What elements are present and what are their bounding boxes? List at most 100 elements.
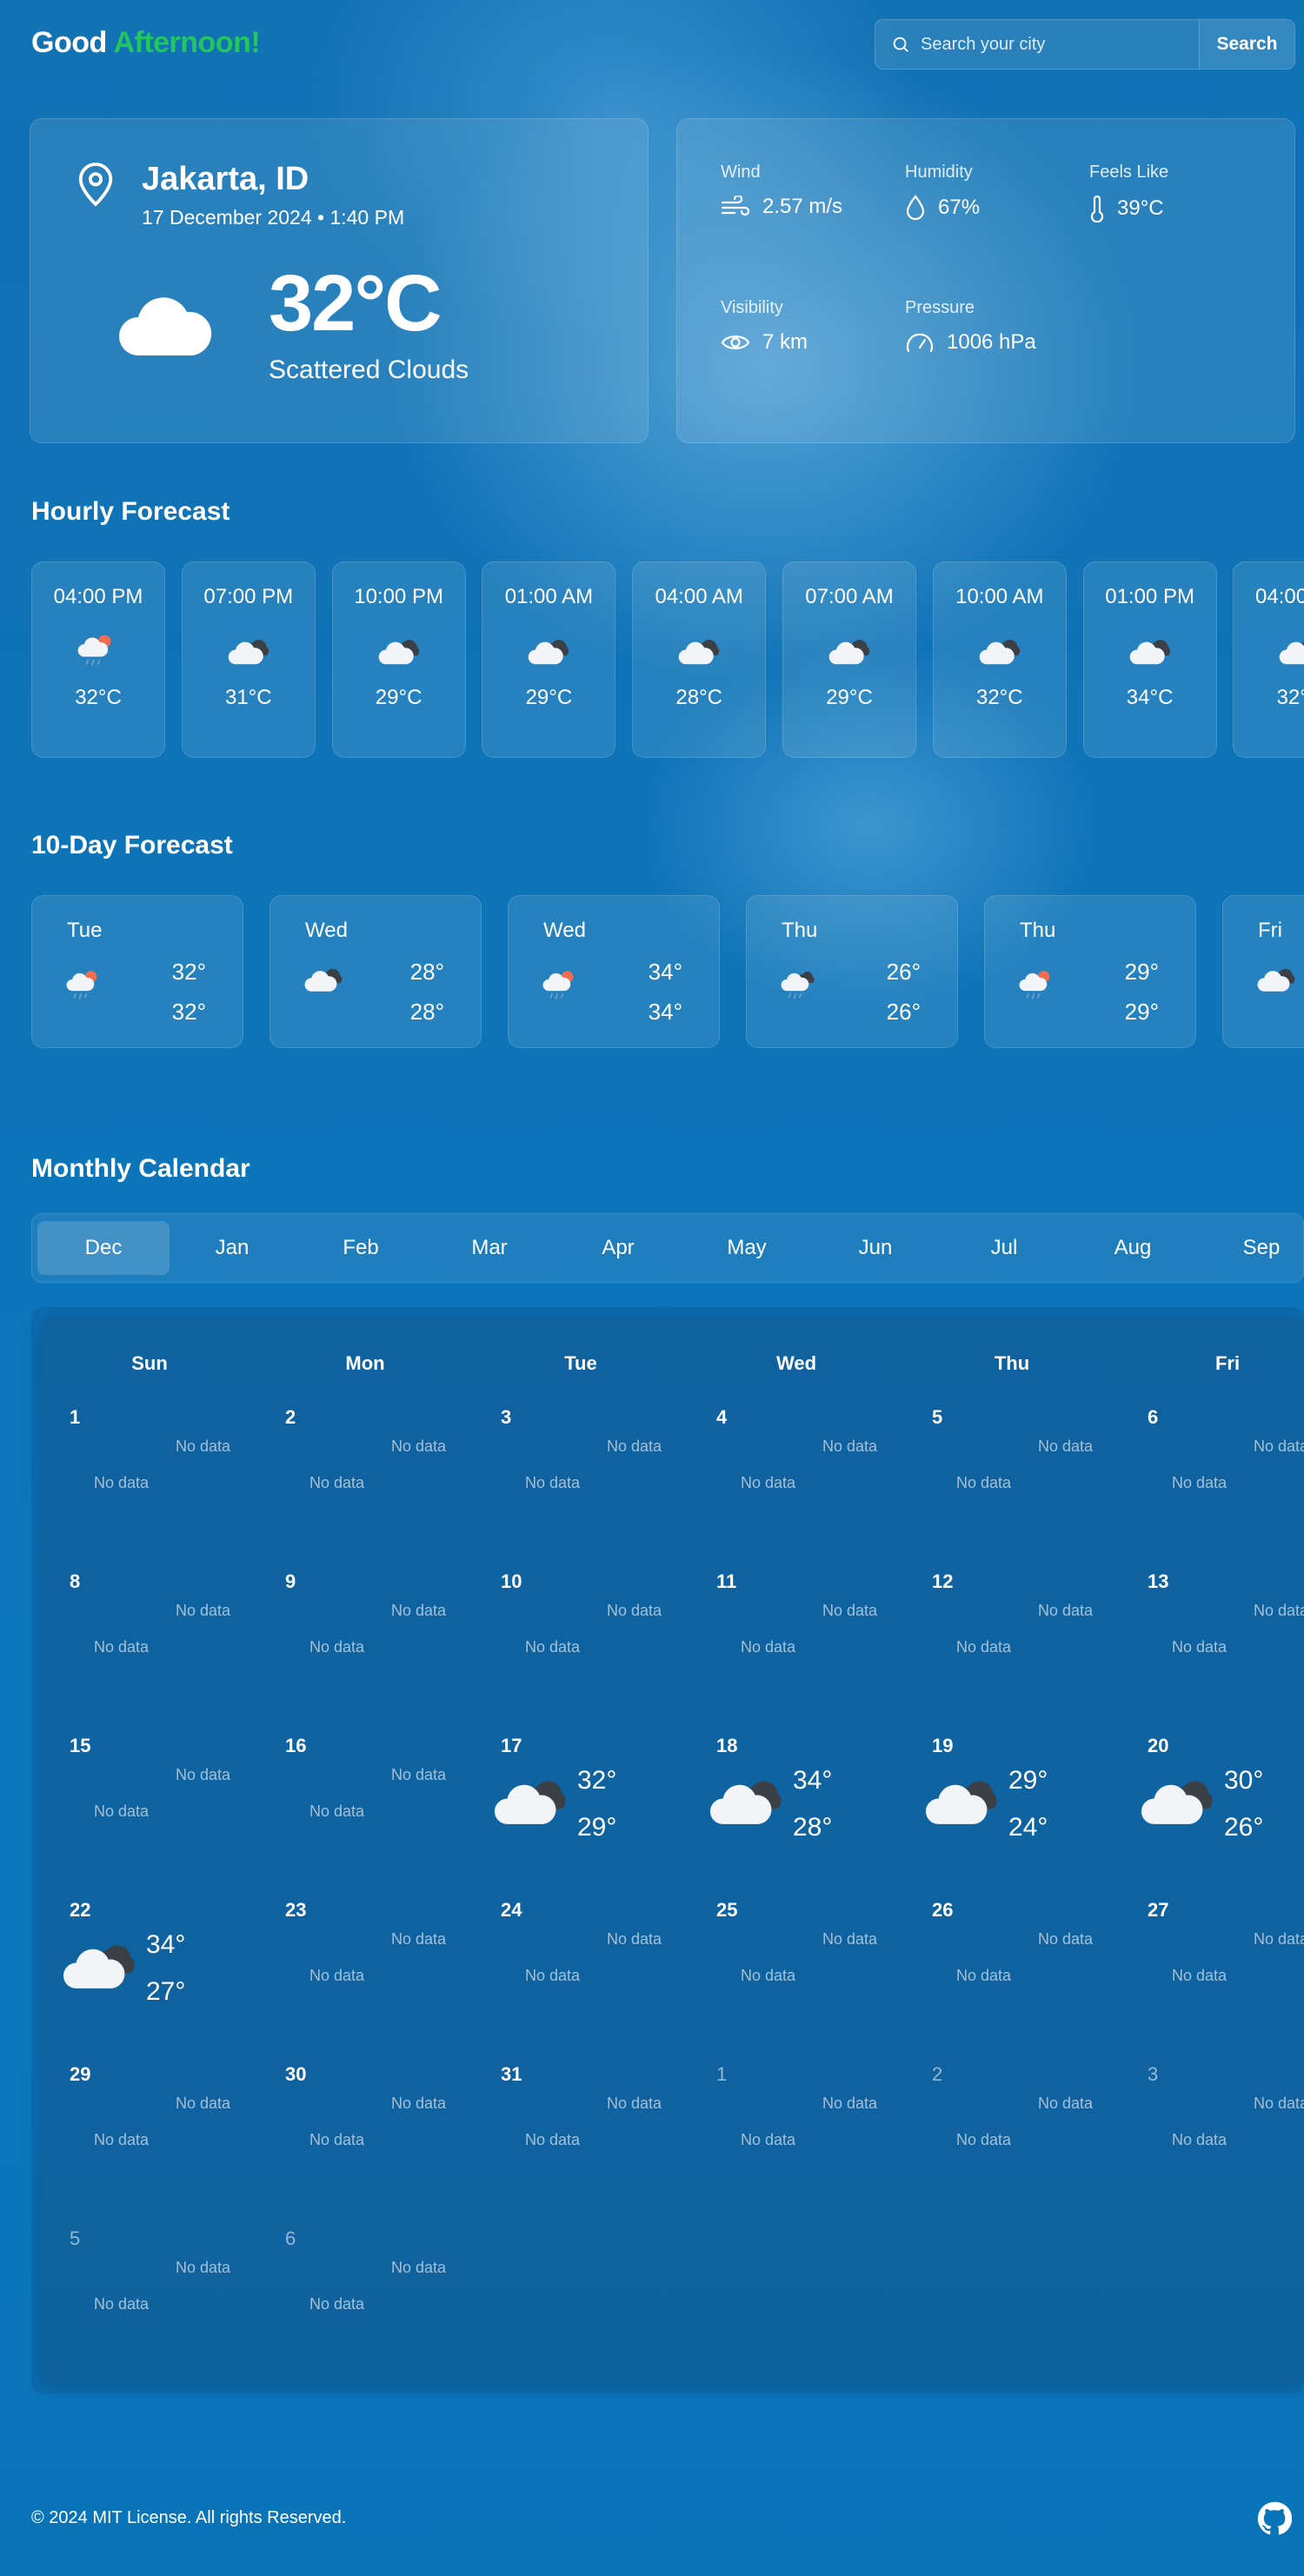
github-icon[interactable]: [1257, 2501, 1292, 2536]
calendar-day[interactable]: 23 No data No data: [257, 1899, 473, 2063]
day-low-temp: 27°: [146, 1977, 186, 2006]
no-data-label: No data: [741, 2131, 796, 2148]
calendar-day[interactable]: 6 No data No data: [1120, 1406, 1304, 1570]
calendar-day[interactable]: 25 No data No data: [689, 1899, 904, 2063]
no-data-label: No data: [607, 1437, 662, 1455]
monthly-calendar-title: Monthly Calendar: [31, 1154, 250, 1183]
search-input[interactable]: [921, 34, 1199, 55]
calendar-day[interactable]: 3 No data No data: [473, 1406, 689, 1570]
hourly-time: 04:00 PM: [1255, 585, 1304, 608]
search-field[interactable]: [875, 20, 1199, 69]
no-data-label: No data: [309, 1638, 365, 1656]
calendar-day[interactable]: 30 No data No data: [257, 2063, 473, 2227]
calendar-day[interactable]: 17 32° 29°: [473, 1735, 689, 1899]
day-number: 8: [70, 1570, 81, 1592]
hourly-card[interactable]: 04:00 PM 32°C: [31, 561, 165, 758]
calendar-day[interactable]: 9 No data No data: [257, 1570, 473, 1735]
day-number: 1: [70, 1406, 81, 1428]
hourly-temp: 29°C: [826, 686, 873, 709]
calendar-day[interactable]: 16 No data No data: [257, 1735, 473, 1899]
hourly-card[interactable]: 01:00 AM 29°C: [482, 561, 616, 758]
daily-card[interactable]: Thu 29° 29°: [984, 895, 1196, 1048]
calendar-day[interactable]: 26 No data No data: [904, 1899, 1120, 2063]
daily-high: 32°: [171, 959, 206, 985]
footer-copyright: © 2024 MIT License. All rights Reserved.: [31, 2508, 347, 2527]
humidity-value: 67%: [938, 196, 981, 219]
cloudy-icon: [183, 625, 315, 677]
no-data-label: No data: [956, 2131, 1012, 2148]
calendar-day[interactable]: 15 No data No data: [42, 1735, 257, 1899]
calendar-day[interactable]: 12 No data No data: [904, 1570, 1120, 1735]
hourly-forecast-list[interactable]: 04:00 PM 32°C 07:00 PM 31°C 10:00 PM 29°C 01:0…: [31, 561, 1304, 758]
calendar-day[interactable]: 31 No data No data: [473, 2063, 689, 2227]
no-data-label: No data: [94, 1474, 150, 1491]
feels-like-value: 39°C: [1117, 196, 1164, 220]
calendar-day[interactable]: 11 No data No data: [689, 1570, 904, 1735]
hourly-card[interactable]: 10:00 PM 29°C: [331, 561, 466, 758]
no-data-label: No data: [309, 1803, 365, 1820]
tab-month-jun[interactable]: Jun: [809, 1221, 941, 1275]
daily-day: Thu: [782, 919, 818, 942]
daily-card[interactable]: Thu 26° 26°: [746, 895, 958, 1048]
calendar-day[interactable]: 22 34° 27°: [42, 1899, 257, 2063]
wind-detail: Wind 2.57 m/s: [721, 163, 842, 219]
hourly-card[interactable]: 10:00 AM 32°C: [932, 561, 1067, 758]
hourly-card[interactable]: 04:00 PM 32°C: [1233, 561, 1304, 758]
calendar-day[interactable]: 5 No data No data: [42, 2227, 257, 2383]
tab-month-dec[interactable]: Dec: [37, 1221, 170, 1275]
tab-month-mar[interactable]: Mar: [423, 1221, 556, 1275]
day-number: 30: [285, 2063, 307, 2085]
hourly-card[interactable]: 04:00 AM 28°C: [632, 561, 767, 758]
calendar-day[interactable]: 10 No data No data: [473, 1570, 689, 1735]
ten-day-forecast-list[interactable]: Tue 32° 32° Wed 28° 28° Wed 34° 34° Thu 26° 26° Thu 2…: [31, 895, 1304, 1048]
calendar-day[interactable]: 4 No data No data: [689, 1406, 904, 1570]
daily-card[interactable]: Wed 28° 28°: [269, 895, 482, 1048]
tab-month-may[interactable]: May: [681, 1221, 813, 1275]
no-data-label: No data: [525, 1474, 581, 1491]
day-number: 24: [501, 1899, 522, 1921]
hourly-forecast-title: Hourly Forecast: [31, 497, 230, 526]
calendar-day[interactable]: 24 No data No data: [473, 1899, 689, 2063]
calendar-day[interactable]: 3 No data No data: [1120, 2063, 1304, 2227]
hourly-card[interactable]: 07:00 PM 31°C: [181, 561, 316, 758]
tab-month-jan[interactable]: Jan: [166, 1221, 298, 1275]
daily-card[interactable]: Wed 34° 34°: [508, 895, 720, 1048]
calendar-day[interactable]: 27 No data No data: [1120, 1899, 1304, 2063]
calendar-day[interactable]: 1 No data No data: [689, 2063, 904, 2227]
tab-month-feb[interactable]: Feb: [295, 1221, 427, 1275]
day-number: 25: [716, 1899, 738, 1921]
tab-month-apr[interactable]: Apr: [552, 1221, 684, 1275]
no-data-label: No data: [1254, 1437, 1304, 1455]
calendar-day[interactable]: 18 34° 28°: [689, 1735, 904, 1899]
calendar-day[interactable]: 13 No data No data: [1120, 1570, 1304, 1735]
calendar-day[interactable]: 20 30° 26°: [1120, 1735, 1304, 1899]
hourly-card[interactable]: 01:00 PM 34°C: [1082, 561, 1217, 758]
no-data-label: No data: [391, 2095, 447, 2112]
day-number: 2: [932, 2063, 943, 2085]
tab-month-sep[interactable]: Sep: [1195, 1221, 1303, 1275]
sun-rain-icon: [32, 625, 164, 677]
hourly-card[interactable]: 07:00 AM 29°C: [782, 561, 916, 758]
calendar-day[interactable]: 29 No data No data: [42, 2063, 257, 2227]
cloudy-icon: [708, 1775, 784, 1830]
day-number: 3: [1148, 2063, 1159, 2085]
calendar-day[interactable]: 19 29° 24°: [904, 1735, 1120, 1899]
tab-month-aug[interactable]: Aug: [1067, 1221, 1199, 1275]
calendar-day[interactable]: 2 No data No data: [257, 1406, 473, 1570]
day-high-temp: 34°: [146, 1930, 186, 1959]
humidity-detail: Humidity 67%: [905, 163, 980, 221]
calendar-day[interactable]: 1 No data No data: [42, 1406, 257, 1570]
rain-icon: [780, 966, 820, 1010]
calendar-day[interactable]: 5 No data No data: [904, 1406, 1120, 1570]
calendar-day[interactable]: 6 No data No data: [257, 2227, 473, 2383]
daily-card[interactable]: Fri: [1222, 895, 1304, 1048]
calendar-day[interactable]: 2 No data No data: [904, 2063, 1120, 2227]
hourly-time: 10:00 PM: [354, 585, 443, 608]
cloudy-icon: [492, 1775, 569, 1830]
feels-like-label: Feels Like: [1089, 163, 1169, 182]
search-button[interactable]: Search: [1199, 20, 1294, 69]
tab-month-jul[interactable]: Jul: [938, 1221, 1070, 1275]
day-number: 23: [285, 1899, 307, 1921]
daily-card[interactable]: Tue 32° 32°: [31, 895, 243, 1048]
calendar-day[interactable]: 8 No data No data: [42, 1570, 257, 1735]
